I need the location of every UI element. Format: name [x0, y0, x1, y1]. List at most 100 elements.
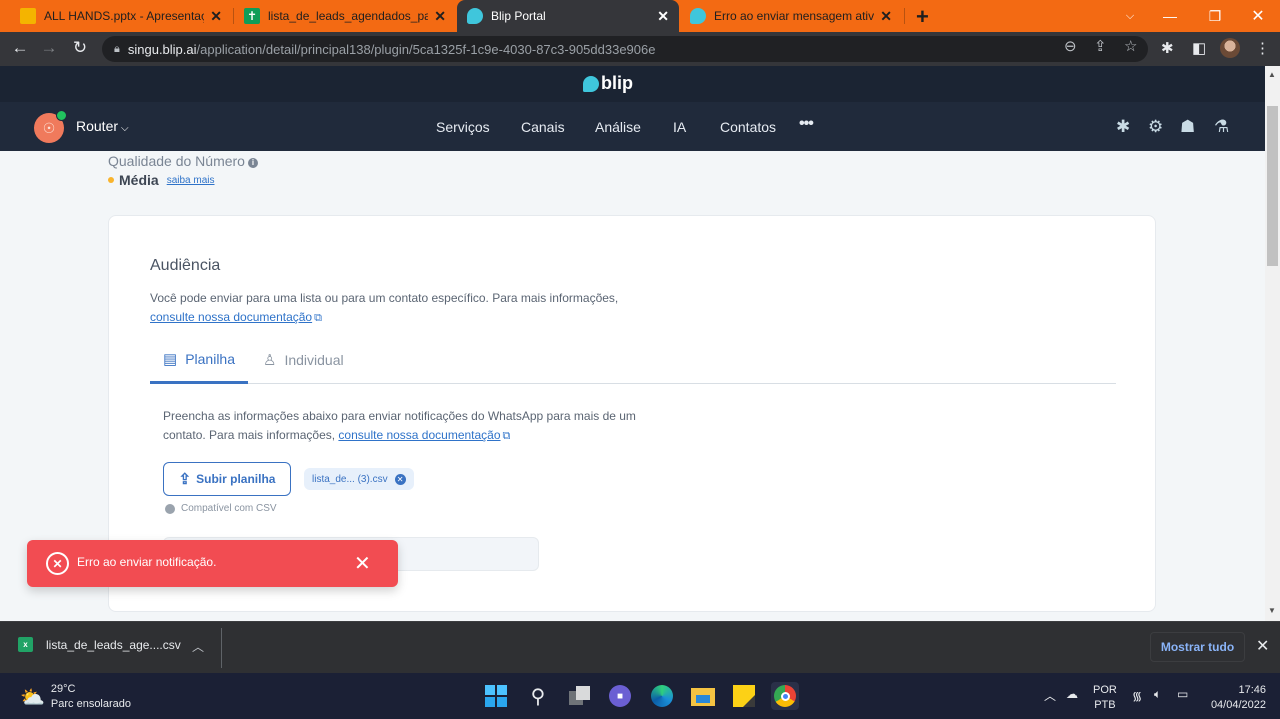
bookmark-star-icon[interactable]: ☆: [1124, 37, 1137, 55]
lock-icon: 🔒︎: [114, 42, 120, 55]
profile-avatar[interactable]: [1220, 38, 1240, 58]
scroll-down-icon[interactable]: ▼: [1268, 606, 1276, 615]
nav-contatos[interactable]: Contatos: [720, 119, 776, 135]
gear-icon[interactable]: ⚙: [1148, 117, 1163, 137]
address-bar[interactable]: 🔒︎ singu.blip.ai/application/detail/prin…: [102, 36, 1148, 62]
blip-icon: [467, 8, 483, 24]
new-tab-button[interactable]: +: [916, 4, 929, 30]
documentation-link[interactable]: consulte nossa documentação: [150, 310, 312, 324]
tab-separator: [904, 8, 905, 24]
fingerprint-icon: ☉: [42, 119, 56, 136]
tab-planilha[interactable]: ▤ Planilha: [150, 336, 249, 384]
edge-icon[interactable]: [648, 682, 676, 710]
forward-icon[interactable]: →: [38, 38, 60, 58]
remove-file-icon[interactable]: ✕: [394, 473, 406, 485]
minimize-icon[interactable]: —: [1150, 0, 1190, 32]
online-status-dot: [56, 110, 67, 121]
close-shelf-icon[interactable]: ✕: [1256, 636, 1269, 656]
blip-nav-bar: ☉ Router ⌵ Serviços Canais Análise IA Con…: [0, 102, 1265, 151]
nav-canais[interactable]: Canais: [521, 119, 565, 135]
audience-tabs: ▤ Planilha ♙ Individual: [150, 336, 1116, 384]
back-icon[interactable]: ←: [9, 38, 31, 58]
tab-search-icon[interactable]: ⌵: [1110, 0, 1150, 32]
spreadsheet-description: Preencha as informações abaixo para envi…: [163, 409, 636, 442]
external-link-icon: ⧉: [502, 430, 511, 442]
excel-file-icon: x: [18, 637, 33, 652]
chrome-taskbar-icon[interactable]: [771, 682, 799, 710]
share-icon[interactable]: ⇪: [1094, 37, 1107, 55]
nav-servicos[interactable]: Serviços: [436, 119, 490, 135]
browser-tab-strip: ALL HANDS.pptx - Apresentações ✕ ✝ lista…: [0, 0, 1280, 32]
puzzle-icon[interactable]: ✱: [1116, 117, 1130, 137]
window-close-icon[interactable]: ✕: [1238, 0, 1278, 32]
show-hidden-icons[interactable]: ︿: [1044, 687, 1056, 704]
uploaded-file-chip: lista_de... (3).csv ✕: [304, 468, 414, 490]
close-tab-icon[interactable]: ✕: [434, 8, 446, 25]
team-icon[interactable]: ☗: [1180, 117, 1195, 137]
quality-value: Média saiba mais: [108, 172, 215, 188]
nav-analise[interactable]: Análise: [595, 119, 641, 135]
download-item[interactable]: x lista_de_leads_age....csv: [18, 637, 181, 652]
extensions-icon[interactable]: ✱: [1161, 39, 1174, 57]
close-tab-icon[interactable]: ✕: [657, 8, 669, 25]
nav-ia[interactable]: IA: [673, 119, 686, 135]
reload-icon[interactable]: ↻: [69, 38, 91, 58]
upload-spreadsheet-button[interactable]: ⇪ Subir planilha: [163, 462, 291, 496]
divider: [221, 628, 222, 668]
browser-tab-erro[interactable]: Erro ao enviar mensagem ativa - ✕: [680, 0, 902, 32]
language-indicator[interactable]: POR PTB: [1093, 683, 1117, 713]
windows-icon: [485, 685, 507, 707]
battery-icon[interactable]: ▭: [1177, 687, 1188, 701]
compatibility-note: Compatível com CSV: [165, 503, 277, 514]
teams-chat-icon[interactable]: ■: [606, 682, 634, 710]
error-icon: ✕: [46, 552, 69, 575]
browser-tab-sheets[interactable]: ✝ lista_de_leads_agendados_para_c ✕: [234, 0, 456, 32]
info-icon[interactable]: i: [247, 158, 258, 168]
sticky-notes-icon[interactable]: [730, 682, 758, 710]
blip-top-bar: blip: [0, 66, 1265, 102]
browser-tab-blip-portal[interactable]: Blip Portal ✕: [457, 0, 679, 32]
scrollbar-thumb[interactable]: [1267, 106, 1278, 266]
download-shelf: x lista_de_leads_age....csv ︿ Mostrar tu…: [0, 621, 1280, 673]
windows-taskbar: ⛅ 29°C Parc ensolarado ⚲ ■ ︿ ☁ POR PTB ᯾…: [0, 673, 1280, 719]
flask-icon[interactable]: ⚗: [1214, 117, 1229, 137]
close-toast-icon[interactable]: ✕: [354, 551, 371, 576]
volume-icon[interactable]: 🔈︎: [1154, 687, 1161, 702]
error-toast: ✕ Erro ao enviar notificação. ✕: [27, 540, 398, 587]
chevron-up-icon[interactable]: ︿: [192, 638, 204, 655]
tab-individual[interactable]: ♙ Individual: [263, 336, 344, 383]
task-view-icon[interactable]: [566, 682, 594, 710]
browser-toolbar: ← → ↻ 🔒︎ singu.blip.ai/application/detai…: [0, 32, 1280, 66]
close-tab-icon[interactable]: ✕: [880, 8, 892, 25]
side-panel-icon[interactable]: ◧: [1192, 39, 1206, 57]
blip-icon: [690, 8, 706, 24]
chevron-down-icon: ⌵: [121, 123, 129, 134]
search-icon[interactable]: ⚲: [524, 682, 552, 710]
documentation-link[interactable]: consulte nossa documentação: [338, 428, 500, 442]
system-clock[interactable]: 17:46 04/04/2022: [1200, 683, 1266, 713]
restore-icon[interactable]: ❐: [1195, 0, 1235, 32]
close-tab-icon[interactable]: ✕: [210, 8, 222, 25]
partly-cloudy-icon: ⛅: [20, 686, 45, 709]
weather-widget[interactable]: ⛅ 29°C Parc ensolarado: [20, 682, 131, 712]
audience-description: Você pode enviar para uma lista ou para …: [150, 291, 619, 324]
quality-label: Qualidade do Número i: [108, 153, 258, 169]
start-button[interactable]: [482, 682, 510, 710]
zoom-out-icon[interactable]: ⊖: [1064, 37, 1077, 55]
wifi-icon[interactable]: ᯾: [1132, 687, 1142, 704]
spreadsheet-icon: ▤: [163, 350, 178, 368]
bot-selector[interactable]: Router ⌵: [76, 118, 129, 134]
page-scrollbar[interactable]: ▲ ▼: [1265, 66, 1280, 621]
external-link-icon: ⧉: [314, 312, 322, 324]
learn-more-link[interactable]: saiba mais: [167, 175, 215, 186]
onedrive-icon[interactable]: ☁: [1066, 687, 1078, 701]
info-icon: [165, 503, 175, 514]
show-all-button[interactable]: Mostrar tudo: [1150, 632, 1245, 662]
browser-tab-slides[interactable]: ALL HANDS.pptx - Apresentações ✕: [10, 0, 232, 32]
menu-kebab-icon[interactable]: ⋮: [1255, 39, 1270, 57]
nav-more-icon[interactable]: •••: [799, 115, 814, 133]
scroll-up-icon[interactable]: ▲: [1268, 70, 1276, 79]
sheets-icon: ✝: [244, 8, 260, 24]
file-explorer-icon[interactable]: [689, 682, 717, 710]
blip-logo[interactable]: blip: [583, 73, 633, 94]
